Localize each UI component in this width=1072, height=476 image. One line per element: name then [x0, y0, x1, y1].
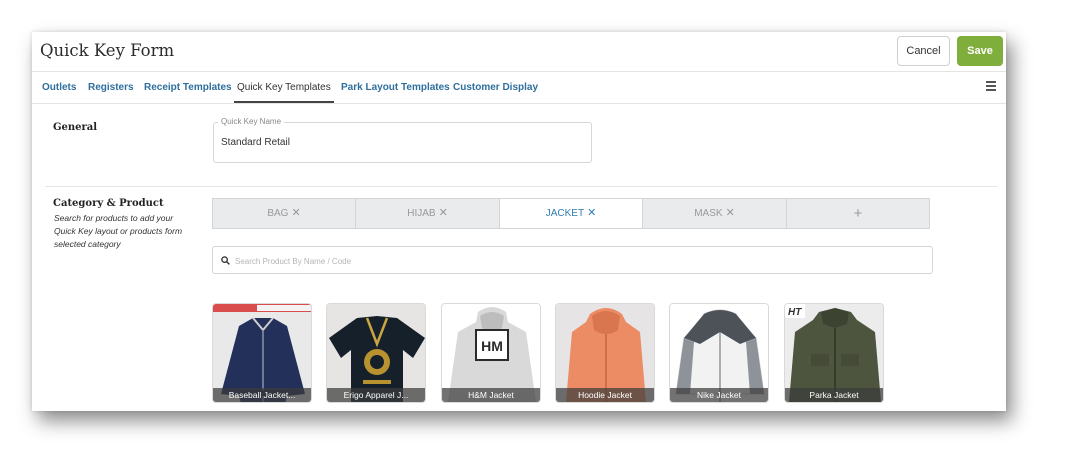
add-category-button[interactable]: + — [787, 199, 929, 228]
product-card[interactable]: Erigo Apparel J... — [326, 303, 426, 403]
tab-registers[interactable]: Registers — [88, 72, 134, 103]
product-search — [212, 246, 933, 274]
category-tab-bag[interactable]: BAG ✕ — [213, 199, 356, 228]
product-label: Parka Jacket — [785, 388, 883, 402]
category-tab-mask[interactable]: MASK ✕ — [643, 199, 787, 228]
svg-text:HT: HT — [788, 307, 802, 318]
header: Quick Key Form Cancel Save — [32, 32, 1006, 72]
product-card[interactable]: Hoodie Jacket — [555, 303, 655, 403]
quick-key-name-value[interactable]: Standard Retail — [221, 137, 290, 148]
tab-receipt-templates[interactable]: Receipt Templates — [144, 72, 232, 103]
category-tab-label: BAG — [267, 208, 289, 219]
category-tab-hijab[interactable]: HIJAB ✕ — [356, 199, 500, 228]
tab-park-layout-templates[interactable]: Park Layout Templates — [341, 72, 450, 103]
product-label: H&M Jacket — [442, 388, 540, 402]
remove-icon[interactable]: ✕ — [291, 207, 300, 219]
category-tab-label: HIJAB — [407, 208, 436, 219]
category-tab-label: JACKET — [545, 208, 585, 219]
remove-icon[interactable]: ✕ — [439, 207, 448, 219]
category-section-description: Search for products to add your Quick Ke… — [54, 213, 183, 249]
page-title: Quick Key Form — [40, 41, 175, 60]
product-card[interactable]: Baseball Jacket... — [212, 303, 312, 403]
hamburger-menu-icon[interactable] — [986, 81, 996, 91]
general-section-title: General — [53, 122, 98, 133]
product-label: Baseball Jacket... — [213, 388, 311, 402]
settings-tabs: Outlets Registers Receipt Templates Quic… — [32, 72, 1006, 104]
product-card[interactable]: Nike Jacket — [669, 303, 769, 403]
search-input[interactable] — [235, 251, 925, 271]
product-label: Erigo Apparel J... — [327, 388, 425, 402]
remove-icon[interactable]: ✕ — [726, 207, 735, 219]
product-card[interactable]: HM H&M Jacket — [441, 303, 541, 403]
remove-icon[interactable]: ✕ — [587, 207, 596, 219]
search-icon — [221, 256, 230, 265]
tab-outlets[interactable]: Outlets — [42, 72, 76, 103]
product-label: Nike Jacket — [670, 388, 768, 402]
category-tab-jacket[interactable]: JACKET ✕ — [500, 199, 643, 228]
svg-text:HM: HM — [481, 338, 503, 354]
tab-quick-key-templates[interactable]: Quick Key Templates — [234, 72, 334, 103]
save-button[interactable]: Save — [957, 36, 1003, 66]
section-divider — [45, 186, 997, 187]
product-card[interactable]: HT Parka Jacket — [784, 303, 884, 403]
category-section-title: Category & Product — [53, 198, 164, 209]
cancel-button[interactable]: Cancel — [897, 36, 950, 66]
quick-key-name-label: Quick Key Name — [218, 117, 285, 126]
product-label: Hoodie Jacket — [556, 388, 654, 402]
quick-key-form-window: Quick Key Form Cancel Save Outlets Regis… — [32, 32, 1006, 411]
category-tab-label: MASK — [694, 208, 723, 219]
category-tabs: BAG ✕ HIJAB ✕ JACKET ✕ MASK ✕ + — [212, 198, 930, 229]
tab-customer-display[interactable]: Customer Display — [453, 72, 538, 103]
